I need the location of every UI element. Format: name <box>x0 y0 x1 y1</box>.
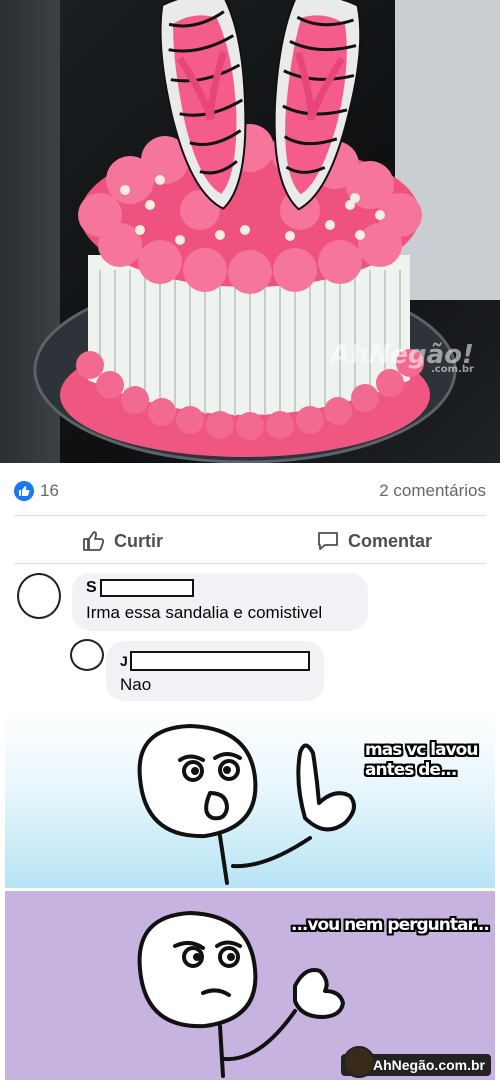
cake-photo: AhNegão! .com.br <box>0 0 500 463</box>
stick-figure-pointing <box>137 724 356 885</box>
redaction-box <box>130 651 310 671</box>
comic-panel-2: ...vou nem perguntar... AhNegão.com.br <box>5 891 495 1080</box>
comment-icon <box>318 532 338 550</box>
reply-bubble: J Nao <box>106 641 324 701</box>
comment-author-initial[interactable]: J <box>120 653 128 669</box>
cake-illustration <box>0 0 500 463</box>
like-count[interactable]: 16 <box>40 481 59 501</box>
speech-text-1: mas vc lavou antes de... <box>365 740 478 780</box>
comment-author-initial[interactable]: S <box>86 579 97 597</box>
brand-avatar <box>342 1046 375 1078</box>
comic-panel-1: mas vc lavou antes de... <box>5 708 495 888</box>
comments-count[interactable]: 2 comentários <box>379 481 486 501</box>
brand-label: AhNegão.com.br <box>372 1057 485 1073</box>
reaction-stats: 16 2 comentários <box>14 481 486 505</box>
avatar[interactable] <box>17 573 61 619</box>
like-button[interactable]: Curtir <box>82 527 163 555</box>
divider <box>14 563 486 564</box>
like-button-label: Curtir <box>114 530 163 551</box>
comment-text: Irma essa sandalia e comistivel <box>86 603 323 622</box>
watermark: AhNegão! .com.br <box>330 340 474 375</box>
brand-badge[interactable]: AhNegão.com.br <box>340 1046 491 1078</box>
comment-button-label: Comentar <box>348 530 433 551</box>
divider <box>14 515 486 516</box>
redaction-box <box>100 579 194 597</box>
thumbs-up-icon <box>83 531 105 551</box>
avatar[interactable] <box>70 639 104 671</box>
comment-button[interactable]: Comentar <box>316 527 432 555</box>
meme-comic: mas vc lavou antes de... ...vou nem perg… <box>0 703 500 1080</box>
speech-text-2: ...vou nem perguntar... <box>291 915 490 935</box>
facebook-post-footer: 16 2 comentários Curtir Comentar S Irma … <box>0 463 500 703</box>
comment-bubble: S Irma essa sandalia e comistivel <box>72 573 368 631</box>
like-reaction-icon[interactable] <box>14 481 34 501</box>
comment-text: Nao <box>120 675 152 694</box>
